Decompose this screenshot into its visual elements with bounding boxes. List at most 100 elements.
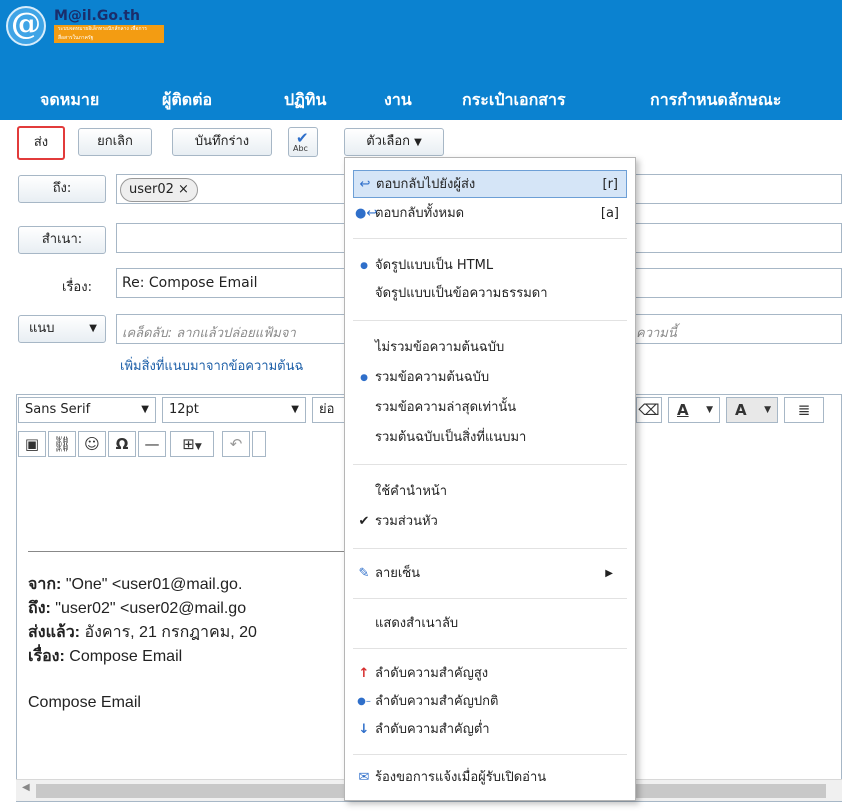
- menu-original-as-attachment[interactable]: รวมต้นฉบับเป็นสิ่งที่แนบมา: [353, 424, 627, 452]
- chevron-down-icon: ▼: [194, 442, 202, 452]
- undo-icon[interactable]: ↶: [222, 431, 250, 457]
- logo[interactable]: @ M@il.Go.th ระบบจดหมายอิเล็กทรอนิกส์กลา…: [6, 6, 176, 46]
- menu-priority-low[interactable]: ↓ ลำดับความสำคัญต่ำ: [353, 716, 627, 744]
- spell-check-label: Abc: [293, 144, 308, 153]
- paragraph-value: ย่อ: [319, 402, 335, 417]
- spell-check-button[interactable]: ✔ Abc: [288, 127, 318, 157]
- font-size-value: 12pt: [169, 402, 199, 417]
- subject-field-right[interactable]: [636, 268, 842, 298]
- cc-button[interactable]: สำเนา:: [18, 226, 106, 254]
- reply-icon: ↩: [359, 177, 371, 192]
- emoji-icon[interactable]: ☺: [78, 431, 106, 457]
- signature-icon: ✎: [358, 566, 370, 581]
- clear-format-icon[interactable]: ⌫: [636, 397, 662, 423]
- menu-separator: [353, 754, 627, 755]
- radio-dot-icon: ●: [360, 373, 368, 383]
- quote-from: จาก: "One" <user01@mail.go.: [28, 576, 243, 593]
- quote-separator: [28, 551, 348, 552]
- nav-briefcase[interactable]: กระเป๋าเอกสาร: [462, 88, 566, 113]
- redo-icon[interactable]: [252, 431, 266, 457]
- subject-value: Re: Compose Email: [122, 275, 258, 291]
- menu-format-html[interactable]: ● จัดรูปแบบเป็น HTML: [353, 252, 627, 280]
- menu-format-plain[interactable]: จัดรูปแบบเป็นข้อความธรรมดา: [353, 280, 627, 308]
- radio-dash-icon: ●–: [357, 696, 371, 707]
- menu-separator: [353, 320, 627, 321]
- quote-subject: เรื่อง: Compose Email: [28, 648, 183, 665]
- envelope-icon: ✉: [358, 770, 370, 785]
- menu-separator: [353, 598, 627, 599]
- menu-separator: [353, 464, 627, 465]
- cc-field[interactable]: [116, 223, 352, 253]
- chevron-down-icon: ▼: [414, 137, 422, 148]
- menu-priority-normal[interactable]: ●– ลำดับความสำคัญปกติ: [353, 688, 627, 716]
- menu-use-prefix[interactable]: ใช้คำนำหน้า: [353, 478, 627, 506]
- reply-all-icon: ●↩: [355, 206, 378, 221]
- nav-contacts[interactable]: ผู้ติดต่อ: [162, 88, 212, 113]
- table-icon[interactable]: ⊞▼: [170, 431, 214, 457]
- add-attachment-link[interactable]: เพิ่มสิ่งที่แนบมาจากข้อความต้นฉ: [120, 355, 303, 376]
- highlight-color-button[interactable]: A ▼: [726, 397, 778, 423]
- nav-tasks[interactable]: งาน: [384, 88, 412, 113]
- arrow-up-icon: ↑: [358, 666, 370, 681]
- menu-include-headers[interactable]: ✔ รวมส่วนหัว: [353, 508, 627, 536]
- to-field-right[interactable]: [636, 174, 842, 204]
- font-select[interactable]: Sans Serif ▼: [18, 397, 156, 423]
- options-button[interactable]: ตัวเลือก ▼: [344, 128, 444, 156]
- app-header: @ M@il.Go.th ระบบจดหมายอิเล็กทรอนิกส์กลา…: [0, 0, 842, 120]
- main-nav: จดหมาย ผู้ติดต่อ ปฏิทิน งาน กระเป๋าเอกสา…: [0, 82, 842, 116]
- radio-dot-icon: ●: [360, 261, 368, 271]
- menu-last-only[interactable]: รวมข้อความล่าสุดเท่านั้น: [353, 394, 627, 422]
- quote-body: Compose Email: [28, 694, 141, 711]
- special-char-icon[interactable]: Ω: [108, 431, 136, 457]
- attach-button[interactable]: แนบ ▼: [18, 315, 106, 343]
- attach-hint: เคล็ดลับ: ลากแล้วปล่อยแฟ้มจา: [122, 326, 296, 341]
- arrow-down-icon: ↓: [358, 722, 370, 737]
- menu-reply-sender[interactable]: ↩ ตอบกลับไปยังผู้ส่ง [r]: [353, 170, 627, 198]
- to-button[interactable]: ถึง:: [18, 175, 106, 203]
- logo-subtitle: ระบบจดหมายอิเล็กทรอนิกส์กลาง เพื่อการสื่…: [54, 25, 164, 43]
- link-icon[interactable]: ⛓: [48, 431, 76, 457]
- attach-label: แนบ: [29, 321, 55, 336]
- chevron-down-icon: ▼: [89, 323, 97, 334]
- font-size-select[interactable]: 12pt ▼: [162, 397, 306, 423]
- font-value: Sans Serif: [25, 402, 91, 417]
- cc-field-right[interactable]: [636, 223, 842, 253]
- quote-to: ถึง: "user02" <user02@mail.go: [28, 600, 247, 617]
- nav-calendar[interactable]: ปฏิทิน: [284, 88, 326, 113]
- menu-separator: [353, 238, 627, 239]
- paragraph-select[interactable]: ย่อ: [312, 397, 346, 423]
- menu-no-original[interactable]: ไม่รวมข้อความต้นฉบับ: [353, 334, 627, 362]
- options-dropdown: ↩ ตอบกลับไปยังผู้ส่ง [r] ●↩ ตอบกลับทั้งห…: [344, 157, 636, 801]
- send-button[interactable]: ส่ง: [17, 126, 65, 160]
- recipient-chip[interactable]: user02 ×: [120, 178, 198, 202]
- logo-name: M@il.Go.th: [54, 8, 140, 24]
- chevron-right-icon: ▶: [605, 568, 613, 579]
- menu-priority-high[interactable]: ↑ ลำดับความสำคัญสูง: [353, 660, 627, 688]
- options-label: ตัวเลือก: [366, 134, 411, 149]
- chevron-down-icon: ▼: [706, 405, 713, 415]
- menu-show-bcc[interactable]: แสดงสำเนาลับ: [353, 610, 627, 638]
- menu-separator: [353, 548, 627, 549]
- attach-hint-right: ความนี้: [636, 326, 677, 341]
- save-draft-button[interactable]: บันทึกร่าง: [172, 128, 272, 156]
- menu-read-receipt[interactable]: ✉ ร้องขอการแจ้งเมื่อผู้รับเปิดอ่าน: [353, 764, 627, 792]
- align-icon[interactable]: ≣: [784, 397, 824, 423]
- chevron-down-icon: ▼: [764, 405, 771, 415]
- cancel-button[interactable]: ยกเลิก: [78, 128, 152, 156]
- image-icon[interactable]: ▣: [18, 431, 46, 457]
- menu-include-original[interactable]: ● รวมข้อความต้นฉบับ: [353, 364, 627, 392]
- chevron-left-icon[interactable]: ◀: [22, 782, 30, 793]
- nav-mail[interactable]: จดหมาย: [40, 88, 99, 113]
- chevron-down-icon: ▼: [291, 404, 299, 415]
- quote-sent: ส่งแล้ว: อังคาร, 21 กรกฎาคม, 20: [28, 624, 257, 641]
- checkmark-icon: ✔: [358, 514, 370, 529]
- menu-reply-all[interactable]: ●↩ ตอบกลับทั้งหมด [a]: [353, 200, 627, 228]
- chevron-down-icon: ▼: [141, 404, 149, 415]
- horizontal-rule-icon[interactable]: —: [138, 431, 166, 457]
- nav-preferences[interactable]: การกำหนดลักษณะ: [650, 88, 781, 113]
- menu-separator: [353, 648, 627, 649]
- text-color-button[interactable]: A ▼: [668, 397, 720, 423]
- subject-label: เรื่อง:: [62, 280, 92, 295]
- menu-signature[interactable]: ✎ ลายเซ็น ▶: [353, 560, 627, 588]
- logo-at-icon: @: [6, 6, 46, 46]
